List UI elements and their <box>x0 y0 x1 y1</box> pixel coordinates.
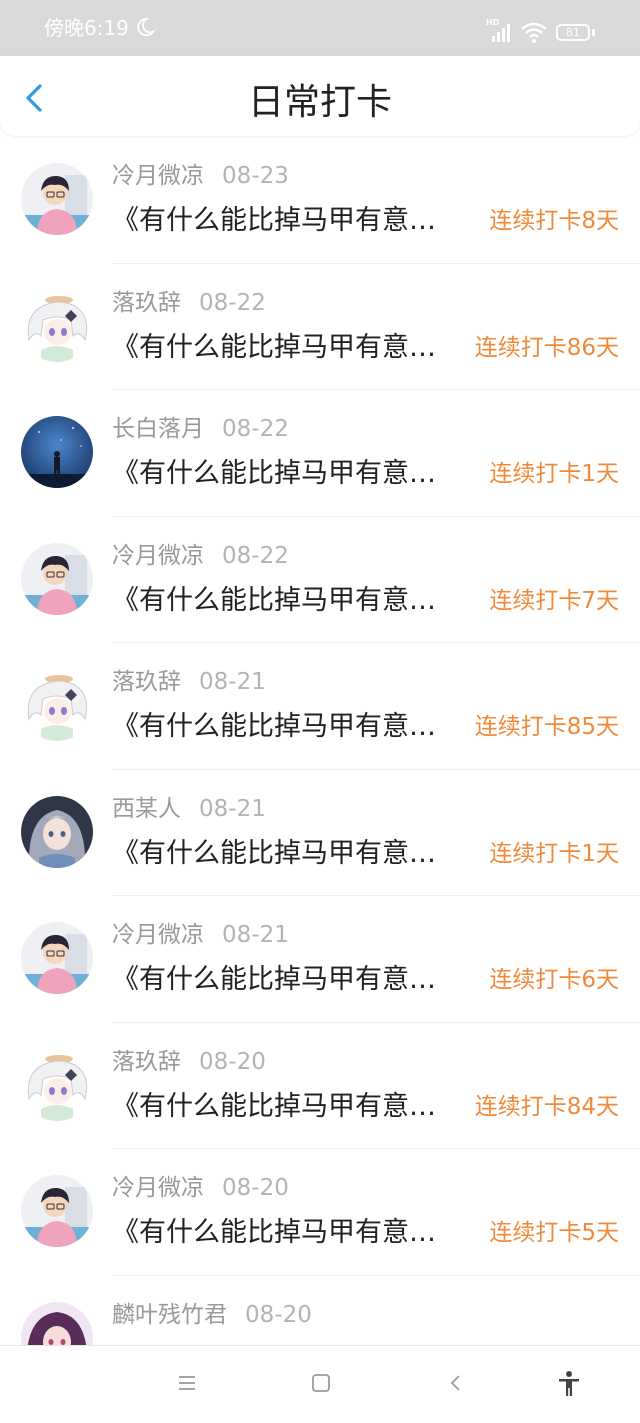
checkin-date: 08-22 <box>222 542 289 569</box>
home-square-icon[interactable] <box>306 1368 336 1398</box>
checkin-date: 08-21 <box>199 669 266 695</box>
checkin-item[interactable]: 西某人 08-21 《有什么能比掉马甲有意… 连续打卡1天 <box>0 770 640 896</box>
checkin-date: 08-20 <box>245 1301 312 1328</box>
author-line: 冷月微凉 08-22 <box>112 541 289 571</box>
status-bar: 傍晚6:19 HD 81 <box>0 0 640 56</box>
avatar[interactable] <box>21 669 93 741</box>
checkin-date: 08-21 <box>222 922 289 948</box>
checkin-date: 08-22 <box>222 416 289 442</box>
author-line: 西某人 08-21 <box>112 794 266 824</box>
checkin-item[interactable]: 长白落月 08-22 《有什么能比掉马甲有意… 连续打卡1天 <box>0 390 640 517</box>
silver-hair-anime-avatar <box>21 795 93 868</box>
author-line: 长白落月 08-22 <box>112 414 289 444</box>
author-line: 落玖辞 08-20 <box>112 1047 266 1077</box>
back-triangle-icon[interactable] <box>441 1368 471 1398</box>
author-name: 冷月微凉 <box>112 922 204 948</box>
battery-level: 81 <box>566 26 580 39</box>
avatar[interactable] <box>21 542 93 615</box>
boy-cartoon-avatar <box>21 922 93 994</box>
checkin-date: 08-20 <box>199 1048 266 1075</box>
streak-label: 连续打卡1天 <box>489 461 619 487</box>
purple-hair-anime-avatar <box>21 1301 93 1345</box>
checkin-item[interactable]: 麟叶残竹君 08-20 <box>0 1276 640 1345</box>
checkin-item[interactable]: 冷月微凉 08-23 《有什么能比掉马甲有意… 连续打卡8天 <box>0 137 640 264</box>
page-title: 日常打卡 <box>247 82 392 123</box>
author-name: 落玖辞 <box>112 1048 181 1075</box>
author-line: 冷月微凉 08-23 <box>112 161 289 191</box>
author-line: 冷月微凉 08-21 <box>112 920 289 950</box>
book-title: 《有什么能比掉马甲有意… <box>112 837 436 869</box>
streak-label: 连续打卡86天 <box>474 334 619 361</box>
author-line: 麟叶残竹君 08-20 <box>112 1300 312 1330</box>
book-title: 《有什么能比掉马甲有意… <box>112 711 436 742</box>
checkin-item[interactable]: 冷月微凉 08-22 《有什么能比掉马甲有意… 连续打卡7天 <box>0 517 640 643</box>
avatar[interactable] <box>21 1048 93 1121</box>
white-hair-anime-avatar <box>21 669 93 741</box>
boy-cartoon-avatar <box>21 163 93 235</box>
avatar[interactable] <box>21 416 93 488</box>
author-line: 落玖辞 08-21 <box>112 667 266 697</box>
book-title: 《有什么能比掉马甲有意… <box>112 584 436 616</box>
status-time: 傍晚6:19 <box>44 16 129 40</box>
author-name: 落玖辞 <box>112 289 181 316</box>
checkin-item[interactable]: 冷月微凉 08-21 《有什么能比掉马甲有意… 连续打卡6天 <box>0 896 640 1023</box>
signal-icon <box>492 24 510 42</box>
streak-label: 连续打卡5天 <box>489 1220 619 1246</box>
night-sky-avatar <box>21 416 93 488</box>
avatar[interactable] <box>21 1301 93 1345</box>
checkin-item[interactable]: 落玖辞 08-22 《有什么能比掉马甲有意… 连续打卡86天 <box>0 264 640 390</box>
checkin-date: 08-22 <box>199 289 266 316</box>
streak-label: 连续打卡85天 <box>474 714 619 740</box>
moon-icon <box>137 17 156 37</box>
checkin-date: 08-23 <box>222 163 289 189</box>
boy-cartoon-avatar <box>21 1175 93 1247</box>
accessibility-icon[interactable] <box>554 1368 584 1398</box>
avatar[interactable] <box>21 163 93 235</box>
author-line: 冷月微凉 08-20 <box>112 1173 289 1203</box>
checkin-list[interactable]: 冷月微凉 08-23 《有什么能比掉马甲有意… 连续打卡8天落玖辞 08-22 《有什么能… <box>0 137 640 1345</box>
book-title: 《有什么能比掉马甲有意… <box>112 458 436 489</box>
book-title: 《有什么能比掉马甲有意… <box>112 331 436 363</box>
avatar[interactable] <box>21 922 93 994</box>
wifi-icon <box>521 22 547 43</box>
checkin-date: 08-20 <box>222 1175 289 1201</box>
chevron-left-icon[interactable] <box>18 80 54 116</box>
author-name: 西某人 <box>112 795 181 822</box>
streak-label: 连续打卡8天 <box>489 208 619 234</box>
author-name: 落玖辞 <box>112 669 181 695</box>
streak-label: 连续打卡6天 <box>489 967 619 993</box>
menu-icon[interactable] <box>172 1368 202 1398</box>
header: 日常打卡 <box>0 56 640 136</box>
white-hair-anime-avatar <box>21 289 93 362</box>
book-title: 《有什么能比掉马甲有意… <box>112 205 436 236</box>
author-line: 落玖辞 08-22 <box>112 288 266 318</box>
author-name: 麟叶残竹君 <box>112 1301 227 1328</box>
book-title: 《有什么能比掉马甲有意… <box>112 964 436 995</box>
avatar[interactable] <box>21 1175 93 1247</box>
streak-label: 连续打卡84天 <box>474 1093 619 1120</box>
author-name: 冷月微凉 <box>112 542 204 569</box>
boy-cartoon-avatar <box>21 542 93 615</box>
checkin-item[interactable]: 冷月微凉 08-20 《有什么能比掉马甲有意… 连续打卡5天 <box>0 1149 640 1276</box>
avatar[interactable] <box>21 289 93 362</box>
streak-label: 连续打卡7天 <box>489 587 619 614</box>
author-name: 冷月微凉 <box>112 1175 204 1201</box>
white-hair-anime-avatar <box>21 1048 93 1121</box>
streak-label: 连续打卡1天 <box>489 840 619 867</box>
checkin-date: 08-21 <box>199 795 266 822</box>
author-name: 冷月微凉 <box>112 163 204 189</box>
system-nav-bar <box>0 1345 640 1423</box>
checkin-item[interactable]: 落玖辞 08-20 《有什么能比掉马甲有意… 连续打卡84天 <box>0 1023 640 1149</box>
author-name: 长白落月 <box>112 416 204 442</box>
checkin-item[interactable]: 落玖辞 08-21 《有什么能比掉马甲有意… 连续打卡85天 <box>0 643 640 770</box>
book-title: 《有什么能比掉马甲有意… <box>112 1090 436 1122</box>
battery-tip <box>592 29 595 36</box>
avatar[interactable] <box>21 795 93 868</box>
book-title: 《有什么能比掉马甲有意… <box>112 1217 436 1248</box>
